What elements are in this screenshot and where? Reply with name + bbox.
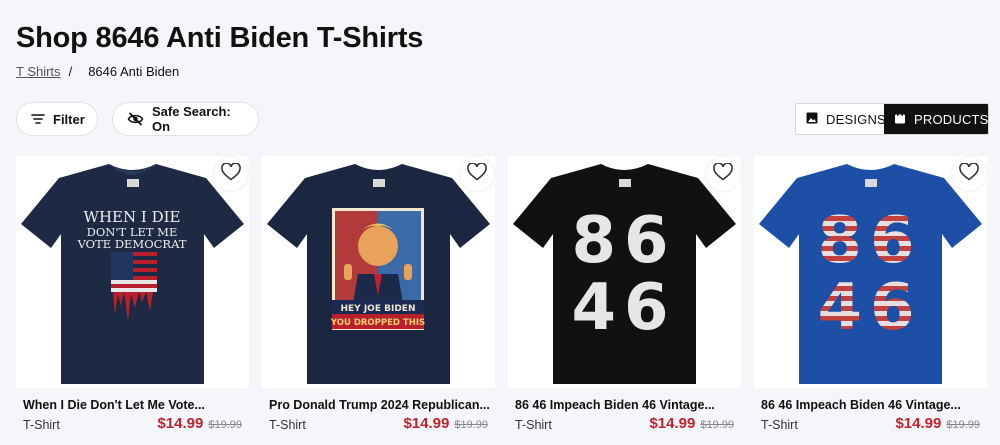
product-type: T-Shirt [269, 418, 306, 432]
product-type: T-Shirt [515, 418, 552, 432]
sale-price: $14.99 [649, 415, 696, 432]
image-icon [806, 112, 818, 127]
eye-off-icon [127, 112, 144, 126]
products-toggle-button[interactable]: PRODUCTS [884, 104, 988, 134]
designs-toggle-button[interactable]: DESIGNS [796, 104, 886, 134]
page-title: Shop 8646 Anti Biden T-Shirts [16, 22, 424, 54]
favorite-button[interactable] [460, 157, 494, 191]
print-line: WHEN I DIE [84, 208, 181, 226]
product-title[interactable]: Pro Donald Trump 2024 Republican... [269, 398, 491, 412]
sale-price: $14.99 [403, 415, 450, 432]
breadcrumb: T Shirts / 8646 Anti Biden [16, 64, 179, 79]
product-image[interactable]: 86 46 [508, 156, 741, 388]
product-price: $14.99 $19.99 [403, 415, 488, 432]
product-card[interactable]: HEY JOE BIDEN YOU DROPPED THIS Pro Donal… [262, 156, 495, 445]
safe-search-button[interactable]: Safe Search: On [112, 102, 259, 136]
favorite-button[interactable] [952, 157, 986, 191]
filter-icon [31, 113, 45, 125]
product-title[interactable]: 86 46 Impeach Biden 46 Vintage... [761, 398, 983, 412]
filter-label: Filter [53, 111, 85, 127]
print-line: 86 [817, 204, 922, 278]
sale-price: $14.99 [895, 415, 942, 432]
product-card[interactable]: 86 46 86 46 Impeach Biden 46 Vintage... … [754, 156, 987, 445]
safe-search-label: Safe Search: On [152, 104, 231, 134]
product-image[interactable]: HEY JOE BIDEN YOU DROPPED THIS [262, 156, 495, 388]
product-image[interactable]: WHEN I DIE DON'T LET ME VOTE DEMOCRAT [16, 156, 249, 388]
breadcrumb-separator: / [68, 64, 73, 79]
product-price: $14.99 $19.99 [157, 415, 242, 432]
product-card[interactable]: 86 46 86 46 Impeach Biden 46 Vintage... … [508, 156, 741, 445]
heart-icon [221, 161, 241, 186]
product-type: T-Shirt [23, 418, 60, 432]
print-line: 46 [817, 271, 922, 345]
heart-icon [959, 161, 979, 186]
designs-label: DESIGNS [826, 111, 886, 127]
breadcrumb-current: 8646 Anti Biden [88, 64, 180, 79]
heart-icon [713, 161, 733, 186]
print-line: HEY JOE BIDEN [341, 304, 416, 314]
product-type: T-Shirt [761, 418, 798, 432]
print-line: VOTE DEMOCRAT [77, 237, 187, 251]
product-price: $14.99 $19.99 [649, 415, 734, 432]
sale-price: $14.99 [157, 415, 204, 432]
original-price: $19.99 [208, 419, 242, 431]
product-image[interactable]: 86 46 [754, 156, 987, 388]
breadcrumb-link-t-shirts[interactable]: T Shirts [16, 64, 61, 79]
product-price: $14.99 $19.99 [895, 415, 980, 432]
view-toggle: DESIGNS PRODUCTS [795, 103, 989, 135]
product-title[interactable]: When I Die Don't Let Me Vote... [23, 398, 245, 412]
original-price: $19.99 [700, 419, 734, 431]
favorite-button[interactable] [214, 157, 248, 191]
print-line: 86 [571, 204, 676, 278]
product-title[interactable]: 86 46 Impeach Biden 46 Vintage... [515, 398, 737, 412]
heart-icon [467, 161, 487, 186]
filter-button[interactable]: Filter [16, 102, 98, 136]
shopping-bag-icon [894, 111, 906, 127]
print-line: 46 [571, 271, 676, 345]
product-card[interactable]: WHEN I DIE DON'T LET ME VOTE DEMOCRAT Wh… [16, 156, 249, 445]
original-price: $19.99 [946, 419, 980, 431]
products-label: PRODUCTS [914, 111, 989, 127]
original-price: $19.99 [454, 419, 488, 431]
favorite-button[interactable] [706, 157, 740, 191]
print-line: YOU DROPPED THIS [330, 318, 425, 328]
